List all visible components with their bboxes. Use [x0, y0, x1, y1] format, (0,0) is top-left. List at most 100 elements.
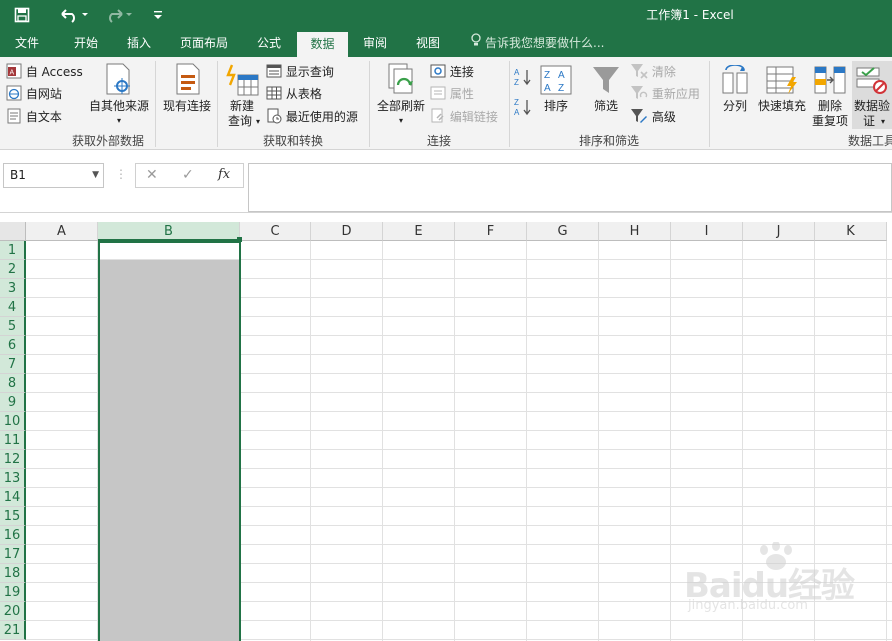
- clear-filter-button[interactable]: 清除: [630, 63, 676, 82]
- insert-function-icon[interactable]: fx: [218, 167, 230, 182]
- column-header-a[interactable]: A: [26, 222, 98, 241]
- sort-ascending-button[interactable]: AZ: [514, 67, 532, 90]
- ribbon-tabs: 文件 开始 插入 页面布局 公式 数据 审阅 视图 告诉我您想要做什么...: [0, 30, 892, 57]
- svg-text:Z: Z: [544, 70, 550, 81]
- properties-label: 属性: [449, 87, 474, 101]
- row-header-13[interactable]: 13: [0, 469, 26, 488]
- row-header-18[interactable]: 18: [0, 564, 26, 583]
- undo-icon[interactable]: [56, 4, 90, 26]
- show-queries-button[interactable]: 显示查询: [266, 63, 334, 82]
- from-text-button[interactable]: 自文本: [6, 108, 62, 127]
- sort-button[interactable]: ZAAZ 排序: [538, 61, 574, 121]
- row-header-2[interactable]: 2: [0, 260, 26, 279]
- row-header-5[interactable]: 5: [0, 317, 26, 336]
- properties-button[interactable]: 属性: [430, 85, 474, 104]
- redo-icon[interactable]: [102, 4, 136, 26]
- column-header-e[interactable]: E: [383, 222, 455, 241]
- row-header-8[interactable]: 8: [0, 374, 26, 393]
- row-header-15[interactable]: 15: [0, 507, 26, 526]
- column-header-g[interactable]: G: [527, 222, 599, 241]
- name-box[interactable]: B1 ▼: [3, 163, 104, 188]
- row-header-1[interactable]: 1: [0, 241, 26, 260]
- row-header-21[interactable]: 21: [0, 621, 26, 640]
- column-header-k[interactable]: K: [815, 222, 887, 241]
- row-header-6[interactable]: 6: [0, 336, 26, 355]
- tab-home[interactable]: 开始: [60, 30, 112, 57]
- formula-input[interactable]: [248, 163, 892, 212]
- row-header-16[interactable]: 16: [0, 526, 26, 545]
- row-header-14[interactable]: 14: [0, 488, 26, 507]
- window-title: 工作簿1 - Excel: [646, 8, 734, 22]
- tell-me-box[interactable]: 告诉我您想要做什么...: [470, 30, 604, 57]
- from-other-sources-label: 自其他来源: [88, 99, 149, 113]
- remove-duplicates-icon: [814, 65, 846, 98]
- edit-links-button[interactable]: 编辑链接: [430, 108, 498, 127]
- connections-label: 连接: [449, 65, 474, 79]
- save-icon[interactable]: [10, 4, 34, 26]
- from-other-sources-button[interactable]: 自其他来源 ▾: [88, 61, 150, 129]
- text-to-columns-icon: [720, 64, 750, 98]
- column-header-b[interactable]: B: [98, 222, 240, 241]
- data-validation-button[interactable]: 数据验 证 ▾: [852, 61, 892, 129]
- enter-check-icon[interactable]: ✓: [182, 167, 194, 183]
- recent-sources-button[interactable]: 最近使用的源: [266, 108, 358, 127]
- tab-formulas[interactable]: 公式: [244, 30, 294, 57]
- new-query-button[interactable]: 新建 查询 ▾: [222, 61, 262, 129]
- tab-file[interactable]: 文件: [0, 30, 54, 57]
- chevron-down-icon[interactable]: ▼: [92, 164, 99, 187]
- baidu-watermark: Baidu经验 jingyan.baidu.com: [666, 542, 866, 626]
- refresh-all-button[interactable]: 全部刷新 ▾: [374, 61, 428, 129]
- from-web-label: 自网站: [25, 87, 62, 101]
- row-header-17[interactable]: 17: [0, 545, 26, 564]
- edit-links-label: 编辑链接: [449, 110, 498, 124]
- row-header-7[interactable]: 7: [0, 355, 26, 374]
- svg-text:Z: Z: [514, 78, 519, 87]
- recent-sources-icon: [266, 108, 282, 127]
- connections-button[interactable]: 连接: [430, 63, 474, 82]
- tab-review[interactable]: 审阅: [352, 30, 398, 57]
- from-access-button[interactable]: A 自 Access: [6, 63, 83, 82]
- column-header-f[interactable]: F: [455, 222, 527, 241]
- row-header-20[interactable]: 20: [0, 602, 26, 621]
- column-header-c[interactable]: C: [240, 222, 311, 241]
- customize-qat-icon[interactable]: [148, 4, 168, 26]
- column-header-h[interactable]: H: [599, 222, 671, 241]
- tab-page-layout[interactable]: 页面布局: [170, 30, 238, 57]
- clear-filter-icon: [630, 63, 648, 82]
- row-header-11[interactable]: 11: [0, 431, 26, 450]
- text-to-columns-button[interactable]: 分列: [716, 61, 754, 121]
- fill-handle[interactable]: [237, 237, 242, 242]
- row-header-9[interactable]: 9: [0, 393, 26, 412]
- filter-button[interactable]: 筛选: [588, 61, 624, 121]
- row-header-10[interactable]: 10: [0, 412, 26, 431]
- row-header-12[interactable]: 12: [0, 450, 26, 469]
- column-header-d[interactable]: D: [311, 222, 383, 241]
- lightbulb-icon: [470, 30, 482, 57]
- filter-funnel-icon: [592, 65, 620, 98]
- new-query-icon: [226, 63, 260, 100]
- row-header-4[interactable]: 4: [0, 298, 26, 317]
- sort-descending-button[interactable]: ZA: [514, 97, 532, 120]
- tab-insert[interactable]: 插入: [114, 30, 164, 57]
- from-web-button[interactable]: 自网站: [6, 85, 62, 104]
- row-header-19[interactable]: 19: [0, 583, 26, 602]
- select-all-corner[interactable]: [0, 222, 26, 241]
- flash-fill-button[interactable]: 快速填充: [756, 61, 808, 121]
- grip-dots-icon: ⋮: [115, 167, 127, 181]
- row-header-3[interactable]: 3: [0, 279, 26, 298]
- web-icon: [6, 85, 22, 104]
- from-table-button[interactable]: 从表格: [266, 85, 322, 104]
- tab-view[interactable]: 视图: [404, 30, 452, 57]
- remove-duplicates-button[interactable]: 删除 重复项: [810, 61, 850, 129]
- advanced-filter-button[interactable]: 高级: [630, 108, 676, 127]
- cancel-icon[interactable]: ✕: [146, 167, 158, 183]
- existing-connections-button[interactable]: 现有连接: [160, 61, 214, 121]
- column-header-i[interactable]: I: [671, 222, 743, 241]
- group-label-get-transform: 获取和转换: [262, 134, 323, 148]
- reapply-button[interactable]: 重新应用: [630, 85, 700, 104]
- column-header-j[interactable]: J: [743, 222, 815, 241]
- group-label-get-external-data: 获取外部数据: [71, 134, 144, 148]
- tab-data[interactable]: 数据: [297, 32, 348, 57]
- text-file-icon: [6, 108, 22, 127]
- existing-connections-label: 现有连接: [162, 99, 211, 113]
